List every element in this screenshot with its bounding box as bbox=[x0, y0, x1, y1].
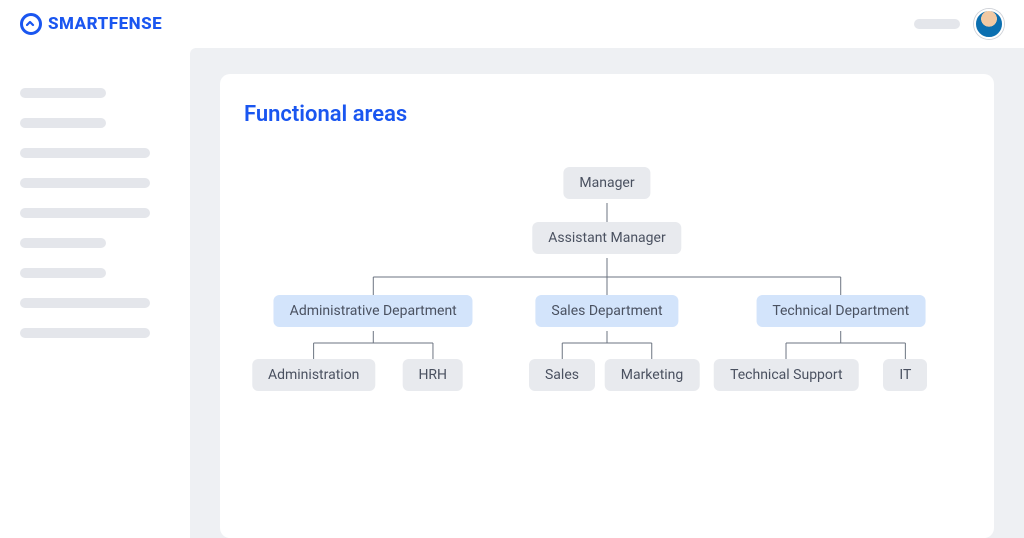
layout: Functional areas bbox=[0, 48, 1024, 538]
brand-name: SMARTFENSE bbox=[48, 14, 162, 34]
content-card: Functional areas bbox=[220, 74, 994, 538]
org-node-tech-support[interactable]: Technical Support bbox=[714, 359, 859, 391]
sidebar bbox=[0, 48, 190, 538]
node-label: Technical Support bbox=[730, 367, 843, 383]
topbar: SMARTFENSE bbox=[0, 0, 1024, 48]
node-label: Sales Department bbox=[551, 303, 662, 319]
sidebar-item[interactable] bbox=[20, 238, 106, 248]
main: Functional areas bbox=[190, 48, 1024, 538]
sidebar-item[interactable] bbox=[20, 298, 150, 308]
node-label: Assistant Manager bbox=[548, 230, 665, 246]
sidebar-item[interactable] bbox=[20, 328, 150, 338]
org-node-hrh[interactable]: HRH bbox=[402, 359, 463, 391]
node-label: Sales bbox=[545, 367, 579, 383]
org-node-administration[interactable]: Administration bbox=[252, 359, 375, 391]
node-label: Administration bbox=[268, 367, 359, 383]
sidebar-item[interactable] bbox=[20, 118, 106, 128]
brand-icon bbox=[20, 13, 42, 35]
avatar[interactable] bbox=[974, 9, 1004, 39]
org-node-it[interactable]: IT bbox=[883, 359, 927, 391]
org-node-tech-dept[interactable]: Technical Department bbox=[756, 295, 925, 327]
org-chart: Manager Assistant Manager Administrative… bbox=[244, 167, 970, 467]
node-label: IT bbox=[899, 367, 911, 383]
sidebar-item[interactable] bbox=[20, 88, 106, 98]
sidebar-item[interactable] bbox=[20, 178, 150, 188]
node-label: Manager bbox=[579, 175, 634, 191]
node-label: Marketing bbox=[621, 367, 684, 383]
org-node-manager[interactable]: Manager bbox=[563, 167, 650, 199]
node-label: Technical Department bbox=[772, 303, 909, 319]
page-title: Functional areas bbox=[244, 102, 970, 127]
org-node-sales[interactable]: Sales bbox=[529, 359, 595, 391]
org-node-admin-dept[interactable]: Administrative Department bbox=[274, 295, 473, 327]
sidebar-item[interactable] bbox=[20, 268, 106, 278]
node-label: HRH bbox=[418, 367, 447, 383]
topbar-placeholder bbox=[914, 19, 960, 29]
org-node-sales-dept[interactable]: Sales Department bbox=[535, 295, 678, 327]
topbar-right bbox=[914, 9, 1004, 39]
org-node-marketing[interactable]: Marketing bbox=[605, 359, 700, 391]
brand-logo[interactable]: SMARTFENSE bbox=[20, 13, 162, 35]
sidebar-item[interactable] bbox=[20, 148, 150, 158]
node-label: Administrative Department bbox=[290, 303, 457, 319]
org-node-assistant-manager[interactable]: Assistant Manager bbox=[532, 222, 681, 254]
sidebar-item[interactable] bbox=[20, 208, 150, 218]
